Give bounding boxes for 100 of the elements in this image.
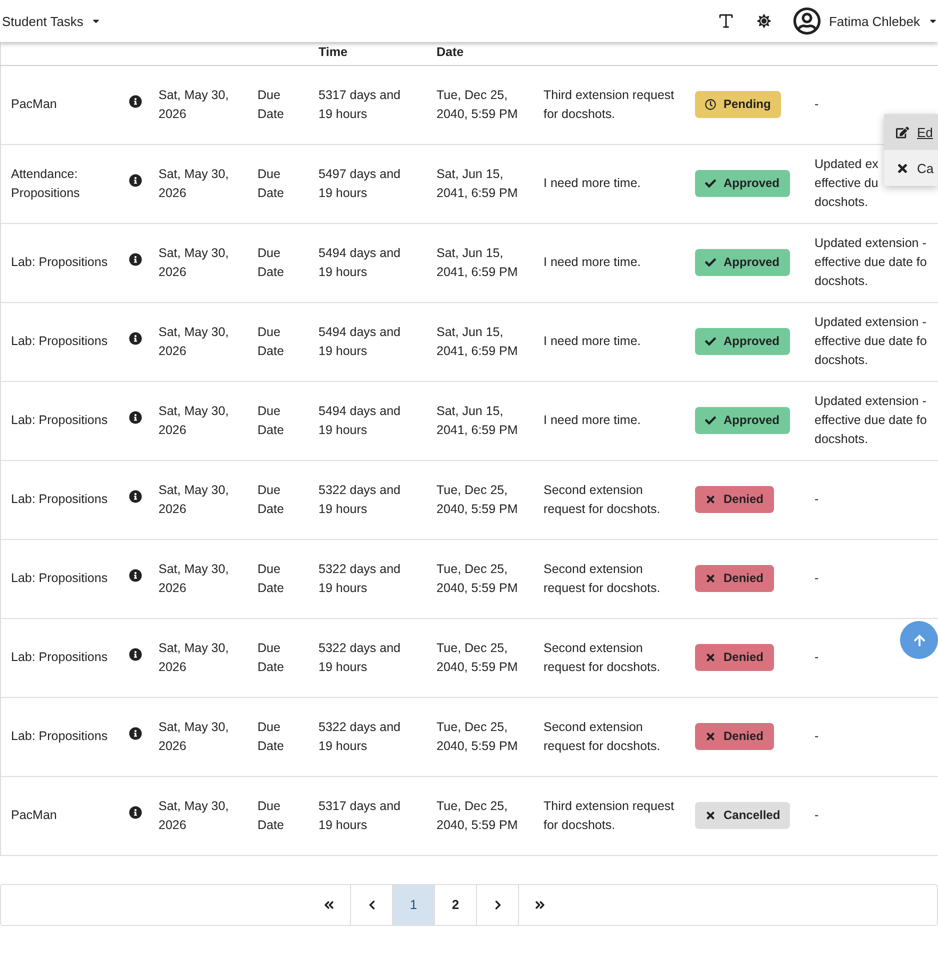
status-badge: Denied — [694, 723, 774, 750]
date-type: Due Date — [258, 324, 284, 358]
date-type: Due Date — [258, 246, 284, 278]
task-name: PacMan — [11, 97, 57, 111]
status-badge: Denied — [694, 644, 774, 671]
start-date: Sat, May 30, 2026 — [158, 88, 229, 120]
due-date: Tue, Dec 25, 2040, 5:59 PM — [436, 798, 518, 832]
start-date: Sat, May 30, 2026 — [158, 798, 229, 832]
request-reason: Second extension request for docshots. — [544, 640, 660, 674]
checkmark-icon — [704, 178, 716, 189]
task-name: Lab: Propositions — [11, 571, 108, 585]
time-remaining: 5497 days and 19 hours — [318, 166, 401, 200]
info-icon[interactable] — [128, 648, 142, 661]
task-name: Lab: Propositions — [11, 729, 108, 743]
due-date: Tue, Dec 25, 2040, 5:59 PM — [436, 720, 518, 752]
clock-icon — [704, 99, 716, 110]
user-name[interactable]: Fatima Chlebek — [828, 14, 920, 28]
start-date: Sat, May 30, 2026 — [158, 720, 229, 752]
time-remaining: 5317 days and 19 hours — [318, 88, 401, 120]
status-badge: Denied — [694, 486, 774, 513]
start-date: Sat, May 30, 2026 — [158, 562, 229, 594]
task-name: Lab: Propositions — [11, 255, 108, 269]
start-date: Sat, May 30, 2026 — [158, 640, 229, 674]
x-icon — [896, 162, 909, 174]
info-icon[interactable] — [128, 569, 142, 582]
nav-title[interactable]: Student Tasks — [2, 14, 84, 28]
info-icon[interactable] — [128, 806, 142, 819]
scroll-to-top-button[interactable] — [900, 621, 938, 659]
time-remaining: 5494 days and 19 hours — [318, 324, 401, 358]
task-name: Lab: Propositions — [11, 413, 108, 427]
start-date: Sat, May 30, 2026 — [158, 404, 229, 436]
edit-icon — [896, 126, 909, 138]
due-date: Tue, Dec 25, 2040, 5:59 PM — [436, 562, 518, 594]
column-header: Time — [318, 44, 348, 58]
checkmark-icon — [704, 336, 716, 347]
response-note: Updated ex effective du docshots. — [814, 156, 878, 211]
font-size-icon[interactable] — [716, 12, 735, 30]
response-note: - — [814, 96, 819, 113]
request-reason: Second extension request for docshots. — [544, 720, 660, 752]
response-note: - — [814, 649, 819, 666]
status-badge: Pending — [694, 91, 781, 118]
arrow-up-icon — [912, 634, 926, 646]
menu-item[interactable]: Ed — [884, 114, 938, 150]
date-type: Due Date — [258, 562, 284, 594]
response-note: - — [814, 570, 819, 587]
brightness-icon[interactable] — [756, 14, 771, 28]
status-badge: Denied — [694, 565, 774, 592]
menu-item[interactable]: Ca — [884, 150, 938, 186]
status-badge: Approved — [694, 249, 790, 276]
start-date: Sat, May 30, 2026 — [158, 166, 229, 200]
due-date: Tue, Dec 25, 2040, 5:59 PM — [436, 482, 518, 516]
request-reason: I need more time. — [544, 413, 641, 427]
due-date: Sat, Jun 15, 2041, 6:59 PM — [436, 246, 518, 278]
x-icon — [704, 731, 716, 742]
request-reason: I need more time. — [544, 176, 641, 190]
date-type: Due Date — [258, 88, 284, 120]
date-type: Due Date — [258, 720, 284, 752]
time-remaining: 5322 days and 19 hours — [318, 562, 401, 594]
response-note: Updated extension - effective due date fo docshots. — [814, 393, 927, 448]
start-date: Sat, May 30, 2026 — [158, 324, 229, 358]
due-date: Tue, Dec 25, 2040, 5:59 PM — [436, 640, 518, 674]
info-icon[interactable] — [128, 490, 142, 503]
page-button[interactable]: 1 — [392, 884, 434, 924]
start-date: Sat, May 30, 2026 — [158, 482, 229, 516]
user-avatar-icon[interactable] — [792, 7, 821, 35]
status-badge: Cancelled — [694, 802, 790, 829]
info-icon[interactable] — [128, 727, 142, 740]
info-icon[interactable] — [128, 95, 142, 108]
column-header: Date — [436, 44, 464, 58]
request-reason: I need more time. — [544, 255, 641, 269]
info-icon[interactable] — [128, 253, 142, 266]
time-remaining: 5322 days and 19 hours — [318, 720, 401, 752]
date-type: Due Date — [258, 482, 284, 516]
start-date: Sat, May 30, 2026 — [158, 246, 229, 278]
due-date: Sat, Jun 15, 2041, 6:59 PM — [436, 324, 518, 358]
request-reason: Second extension request for docshots. — [544, 562, 660, 594]
checkmark-icon — [704, 415, 716, 426]
info-icon[interactable] — [128, 411, 142, 424]
info-icon[interactable] — [128, 332, 142, 345]
due-date: Sat, Jun 15, 2041, 6:59 PM — [436, 404, 518, 436]
date-type: Due Date — [258, 166, 284, 200]
request-reason: I need more time. — [544, 334, 641, 348]
due-date: Sat, Jun 15, 2041, 6:59 PM — [436, 166, 518, 200]
x-icon — [704, 810, 716, 821]
task-name: Attendance: Propositions — [11, 166, 80, 200]
due-date: Tue, Dec 25, 2040, 5:59 PM — [436, 88, 518, 120]
status-badge: Approved — [694, 328, 790, 355]
task-name: Lab: Propositions — [11, 492, 108, 506]
status-badge: Approved — [694, 170, 790, 197]
request-reason: Third extension request for docshots. — [544, 798, 674, 832]
time-remaining: 5322 days and 19 hours — [318, 482, 401, 516]
checkmark-icon — [704, 257, 716, 268]
time-remaining: 5317 days and 19 hours — [318, 798, 401, 832]
info-icon[interactable] — [128, 174, 142, 187]
response-note: - — [814, 728, 819, 745]
time-remaining: 5494 days and 19 hours — [318, 246, 401, 278]
response-note: - — [814, 491, 819, 508]
time-remaining: 5322 days and 19 hours — [318, 640, 401, 674]
task-name: Lab: Propositions — [11, 650, 108, 664]
task-name: Lab: Propositions — [11, 334, 108, 348]
